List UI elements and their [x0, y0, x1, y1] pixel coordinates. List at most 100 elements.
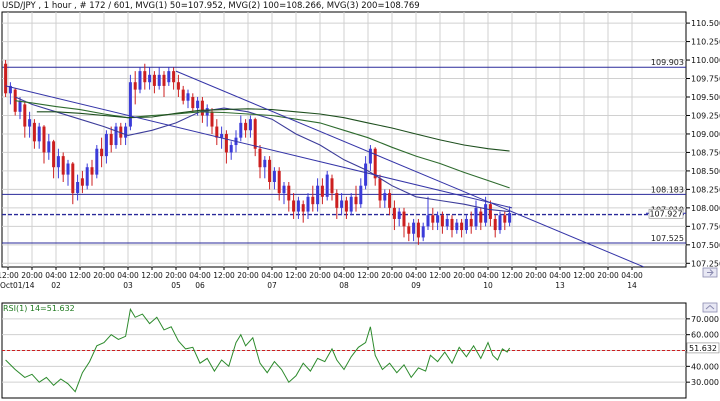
price-ytick-label: 109.750 — [691, 75, 720, 84]
price-ytick-label: 108.000 — [691, 204, 720, 213]
date-label: 13 — [555, 281, 565, 290]
last-price-label: 107.927 — [649, 209, 682, 218]
candle-body — [469, 218, 473, 227]
candle-body — [277, 170, 281, 194]
candle-body — [124, 126, 128, 138]
candle-body — [349, 196, 353, 212]
rsi-ytick-label: 40.000 — [691, 362, 719, 371]
candle-body — [90, 167, 94, 175]
candle-body — [71, 163, 75, 194]
candle-body — [18, 100, 22, 112]
candle-body — [224, 133, 228, 153]
candle-body — [282, 185, 286, 194]
time-label: 12:00 — [69, 271, 91, 280]
candle-body — [368, 148, 372, 164]
candle-body — [268, 159, 272, 182]
time-label: 12:00 — [501, 271, 523, 280]
time-label: 12:00 — [429, 271, 451, 280]
candle-body — [95, 148, 99, 175]
candle-body — [392, 207, 396, 219]
candle-body — [320, 185, 324, 197]
time-label: 04:00 — [621, 271, 643, 280]
price-ytick-label: 109.250 — [691, 111, 720, 120]
price-chart[interactable]: 110.500 110.250 110.000 109.750 109.500 109.2… — [0, 0, 720, 401]
time-label: 20:00 — [525, 271, 547, 280]
candle-body — [402, 211, 406, 227]
candle-body — [263, 159, 267, 168]
time-label: 20:00 — [93, 271, 115, 280]
candle-body — [426, 215, 430, 227]
time-label: 20:00 — [21, 271, 43, 280]
candle-body — [253, 119, 257, 149]
time-label: 12:00 — [0, 271, 19, 280]
candle-body — [359, 185, 363, 205]
date-label: 06 — [195, 281, 205, 290]
candle-body — [474, 207, 478, 227]
price-ytick-label: 110.500 — [691, 19, 720, 28]
candle-body — [229, 145, 233, 153]
candle-body — [306, 196, 310, 212]
collapse-pane-icon[interactable] — [702, 302, 718, 313]
time-label: 04:00 — [189, 271, 211, 280]
candle-body — [148, 74, 152, 83]
candle-body — [196, 100, 200, 109]
candle-body — [133, 82, 137, 90]
candle-body — [244, 122, 248, 131]
candle-body — [181, 89, 185, 101]
time-label: 20:00 — [309, 271, 331, 280]
candle-body — [354, 196, 358, 205]
candle-body — [407, 226, 411, 234]
time-label: 12:00 — [213, 271, 235, 280]
candle-body — [56, 156, 60, 168]
candle-body — [220, 133, 224, 138]
candle-body — [32, 122, 36, 142]
candle-body — [450, 218, 454, 231]
candle-body — [104, 133, 108, 157]
level-label: 109.903 — [651, 58, 684, 67]
date-label: 03 — [123, 281, 133, 290]
date-label: 08 — [339, 281, 349, 290]
candle-body — [378, 178, 382, 201]
candle-body — [340, 200, 344, 208]
time-label: 12:00 — [285, 271, 307, 280]
candle-body — [152, 74, 156, 86]
candle-body — [172, 71, 176, 83]
time-label: 20:00 — [453, 271, 475, 280]
date-label: 14 — [627, 281, 637, 290]
candle-body — [316, 185, 320, 205]
candle-body — [488, 204, 492, 219]
candle-body — [157, 74, 161, 86]
candle-body — [239, 122, 243, 138]
candle-body — [176, 82, 180, 90]
time-label: 04:00 — [261, 271, 283, 280]
time-label: 04:00 — [45, 271, 67, 280]
candle-body — [330, 178, 334, 194]
candle-body — [100, 148, 104, 157]
candle-body — [445, 218, 449, 227]
candle-body — [114, 126, 118, 146]
candle-body — [460, 222, 464, 231]
candle-body — [76, 182, 80, 194]
candle-body — [128, 82, 132, 127]
candle-body — [66, 163, 70, 175]
rsi-ytick-label: 30.000 — [691, 378, 719, 387]
candle-body — [258, 148, 262, 168]
price-ytick-label: 109.500 — [691, 93, 720, 102]
time-label: 12:00 — [573, 271, 595, 280]
candle-body — [498, 215, 502, 231]
price-ytick-label: 108.500 — [691, 167, 720, 176]
candle-body — [85, 167, 89, 186]
date-label: 07 — [267, 281, 277, 290]
price-ytick-label: 107.750 — [691, 222, 720, 231]
candle-body — [364, 163, 368, 186]
candle-body — [52, 141, 56, 168]
time-label: 20:00 — [597, 271, 619, 280]
candle-body — [388, 193, 392, 208]
price-ytick-label: 107.500 — [691, 241, 720, 250]
candle-body — [344, 200, 348, 212]
candle-body — [296, 200, 300, 212]
time-label: 04:00 — [117, 271, 139, 280]
candle-body — [503, 215, 507, 223]
price-ytick-label: 109.000 — [691, 130, 720, 139]
time-label: 04:00 — [549, 271, 571, 280]
